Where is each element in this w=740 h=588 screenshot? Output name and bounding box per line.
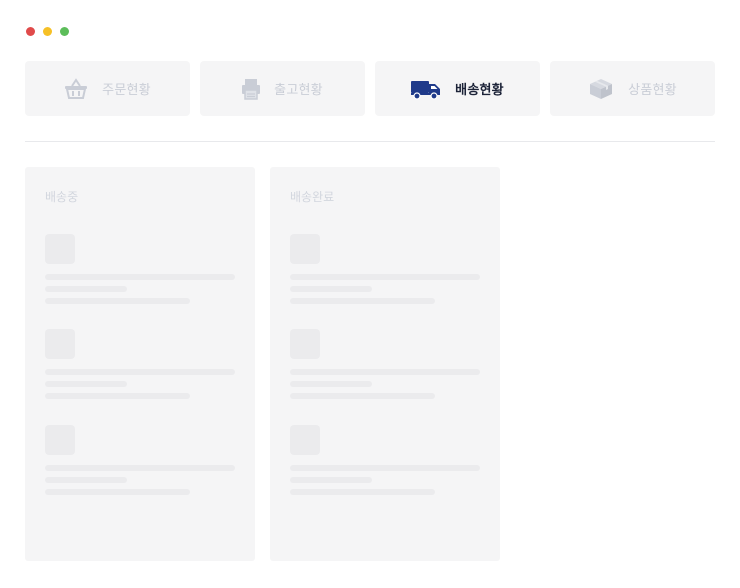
divider bbox=[25, 141, 715, 142]
placeholder-card bbox=[290, 329, 480, 399]
text-placeholder bbox=[290, 381, 372, 387]
delivery-truck-icon bbox=[411, 78, 441, 100]
maximize-window-button[interactable] bbox=[60, 27, 69, 36]
text-placeholder bbox=[290, 465, 480, 471]
column-title: 배송완료 bbox=[290, 190, 335, 204]
text-placeholder bbox=[290, 393, 435, 399]
column-title: 배송중 bbox=[45, 190, 79, 204]
text-placeholder bbox=[45, 393, 190, 399]
thumbnail-placeholder bbox=[290, 329, 320, 359]
text-placeholder bbox=[290, 274, 480, 280]
minimize-window-button[interactable] bbox=[43, 27, 52, 36]
text-placeholder bbox=[290, 286, 372, 292]
text-placeholder bbox=[45, 381, 127, 387]
printer-icon bbox=[242, 78, 261, 100]
tab-delivery[interactable]: 배송현황 bbox=[375, 61, 540, 116]
tab-shipping-out[interactable]: 출고현황 bbox=[200, 61, 365, 116]
text-placeholder bbox=[290, 369, 480, 375]
placeholder-card bbox=[45, 425, 235, 495]
basket-icon bbox=[64, 77, 88, 100]
text-placeholder bbox=[290, 489, 435, 495]
tab-delivery-label: 배송현황 bbox=[455, 83, 504, 98]
delivery-board: 배송중 배송완료 bbox=[25, 167, 500, 561]
text-placeholder bbox=[290, 298, 435, 304]
text-placeholder bbox=[45, 286, 127, 292]
column-in-delivery: 배송중 bbox=[25, 167, 255, 561]
placeholder-card bbox=[290, 234, 480, 304]
placeholder-card bbox=[290, 425, 480, 495]
tab-products[interactable]: 상품현황 bbox=[550, 61, 715, 116]
text-placeholder bbox=[45, 298, 190, 304]
window-controls bbox=[26, 27, 69, 36]
thumbnail-placeholder bbox=[45, 234, 75, 264]
text-placeholder bbox=[45, 465, 235, 471]
thumbnail-placeholder bbox=[290, 234, 320, 264]
tab-products-label: 상품현황 bbox=[628, 83, 677, 98]
tab-orders-label: 주문현황 bbox=[102, 83, 151, 98]
thumbnail-placeholder bbox=[45, 329, 75, 359]
placeholder-card bbox=[45, 329, 235, 399]
thumbnail-placeholder bbox=[45, 425, 75, 455]
text-placeholder bbox=[45, 489, 190, 495]
text-placeholder bbox=[290, 477, 372, 483]
tab-orders[interactable]: 주문현황 bbox=[25, 61, 190, 116]
column-delivered: 배송완료 bbox=[270, 167, 500, 561]
thumbnail-placeholder bbox=[290, 425, 320, 455]
text-placeholder bbox=[45, 274, 235, 280]
status-tabs: 주문현황 출고현황 배송현황 상품현황 bbox=[25, 61, 715, 116]
text-placeholder bbox=[45, 369, 235, 375]
box-icon bbox=[588, 78, 614, 100]
close-window-button[interactable] bbox=[26, 27, 35, 36]
placeholder-card bbox=[45, 234, 235, 304]
text-placeholder bbox=[45, 477, 127, 483]
tab-shipping-out-label: 출고현황 bbox=[274, 83, 323, 98]
